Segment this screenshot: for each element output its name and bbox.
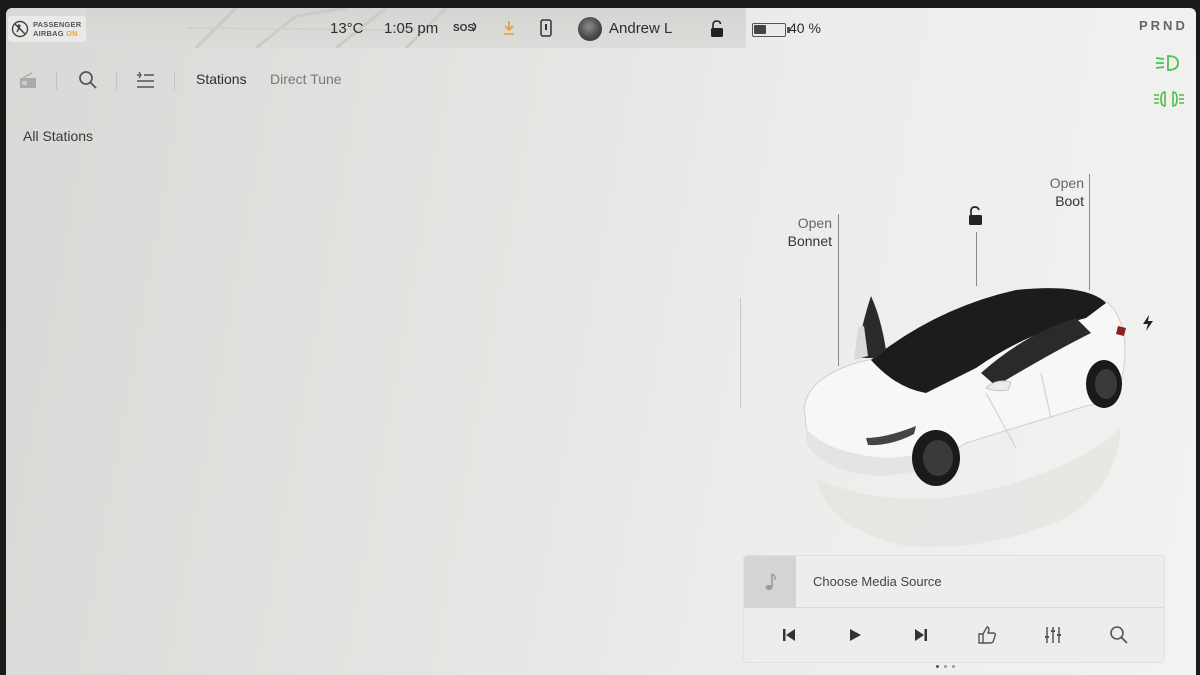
music-note-icon: [765, 572, 776, 590]
battery-percentage: 40 %: [789, 20, 821, 36]
boot-leader-line: [1089, 174, 1090, 290]
thumbs-up-icon: [978, 626, 997, 644]
play-icon: [850, 629, 861, 641]
panel-divider: [740, 298, 741, 408]
status-bar: PASSENGER AIRBAG ON 13°C 1:05 pm SOS And…: [6, 8, 1196, 48]
phone-key-icon[interactable]: [540, 19, 552, 37]
media-app-toolbar: Stations Direct Tune: [6, 64, 746, 96]
equalizer-button[interactable]: [1038, 620, 1068, 650]
page-indicator-dots: [936, 665, 955, 668]
thumbs-up-button[interactable]: [972, 620, 1002, 650]
tab-direct-tune[interactable]: Direct Tune: [270, 71, 342, 87]
outside-temperature: 13°C: [330, 20, 364, 37]
airbag-state: ON: [66, 29, 78, 38]
battery-fill: [754, 25, 766, 34]
play-button[interactable]: [840, 620, 870, 650]
open-boot-label-2: Boot: [1055, 193, 1084, 209]
open-boot-button[interactable]: Open Boot: [1026, 174, 1084, 210]
profile-name[interactable]: Andrew L: [609, 20, 672, 37]
playback-controls: [744, 608, 1164, 662]
tab-stations[interactable]: Stations: [196, 71, 247, 87]
choose-media-source-row[interactable]: Choose Media Source: [744, 555, 1164, 608]
radio-source-icon[interactable]: [18, 72, 38, 90]
album-art-placeholder: [744, 555, 796, 608]
open-bonnet-label-2: Bonnet: [787, 233, 832, 249]
choose-media-source-label: Choose Media Source: [813, 574, 942, 589]
media-search-button[interactable]: [1104, 620, 1134, 650]
previous-icon: [783, 629, 795, 641]
gear-selector[interactable]: PRND: [1139, 18, 1188, 33]
toolbar-separator: [174, 72, 175, 90]
page-dot: [944, 665, 947, 668]
charge-port-icon[interactable]: [1141, 314, 1155, 332]
clock-time: 1:05 pm: [384, 20, 439, 37]
search-icon[interactable]: [78, 70, 98, 90]
open-bonnet-button[interactable]: Open Bonnet: [774, 214, 832, 250]
page-dot: [952, 665, 955, 668]
touchscreen: PASSENGER AIRBAG ON 13°C 1:05 pm SOS And…: [6, 8, 1196, 675]
next-track-button[interactable]: [906, 620, 936, 650]
parking-lights-icon[interactable]: [1154, 90, 1184, 108]
airbag-off-icon: [11, 20, 29, 38]
media-player: Choose Media Source: [744, 555, 1164, 662]
profile-avatar[interactable]: [578, 17, 602, 41]
door-unlocked-icon[interactable]: [966, 206, 986, 226]
all-stations-heading: All Stations: [23, 128, 94, 144]
low-beam-headlight-icon[interactable]: [1154, 53, 1182, 73]
airbag-line-1: PASSENGER: [33, 20, 82, 29]
passenger-airbag-indicator: PASSENGER AIRBAG ON: [8, 16, 86, 42]
previous-track-button[interactable]: [774, 620, 804, 650]
open-boot-label-1: Open: [1049, 175, 1084, 191]
airbag-line-2: AIRBAG: [33, 29, 64, 38]
unlocked-padlock-icon[interactable]: [709, 20, 725, 38]
battery-icon: [752, 23, 786, 37]
equalizer-icon: [1045, 627, 1061, 643]
next-icon: [915, 629, 927, 641]
software-download-icon[interactable]: [501, 19, 517, 37]
car-model-illustration: [803, 288, 1126, 548]
sos-signal-icon: [472, 22, 477, 32]
page-dot: [936, 665, 939, 668]
search-icon: [1110, 626, 1128, 644]
queue-list-icon[interactable]: [135, 72, 155, 90]
toolbar-separator: [116, 72, 117, 90]
toolbar-separator: [56, 72, 57, 90]
open-bonnet-label-1: Open: [797, 215, 832, 231]
